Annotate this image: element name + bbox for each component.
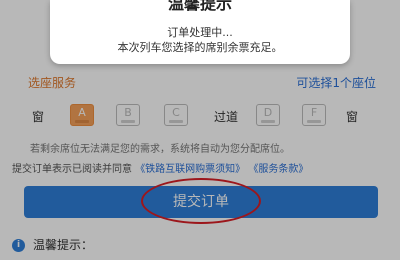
warm-tip-dialog: 温馨提示 订单处理中... 本次列车您选择的席别余票充足。 [50,0,350,64]
dialog-title: 温馨提示 [167,0,232,13]
dialog-availability-text: 本次列车您选择的席别余票充足。 [117,41,283,54]
dialog-processing-text: 订单处理中... [167,26,233,39]
